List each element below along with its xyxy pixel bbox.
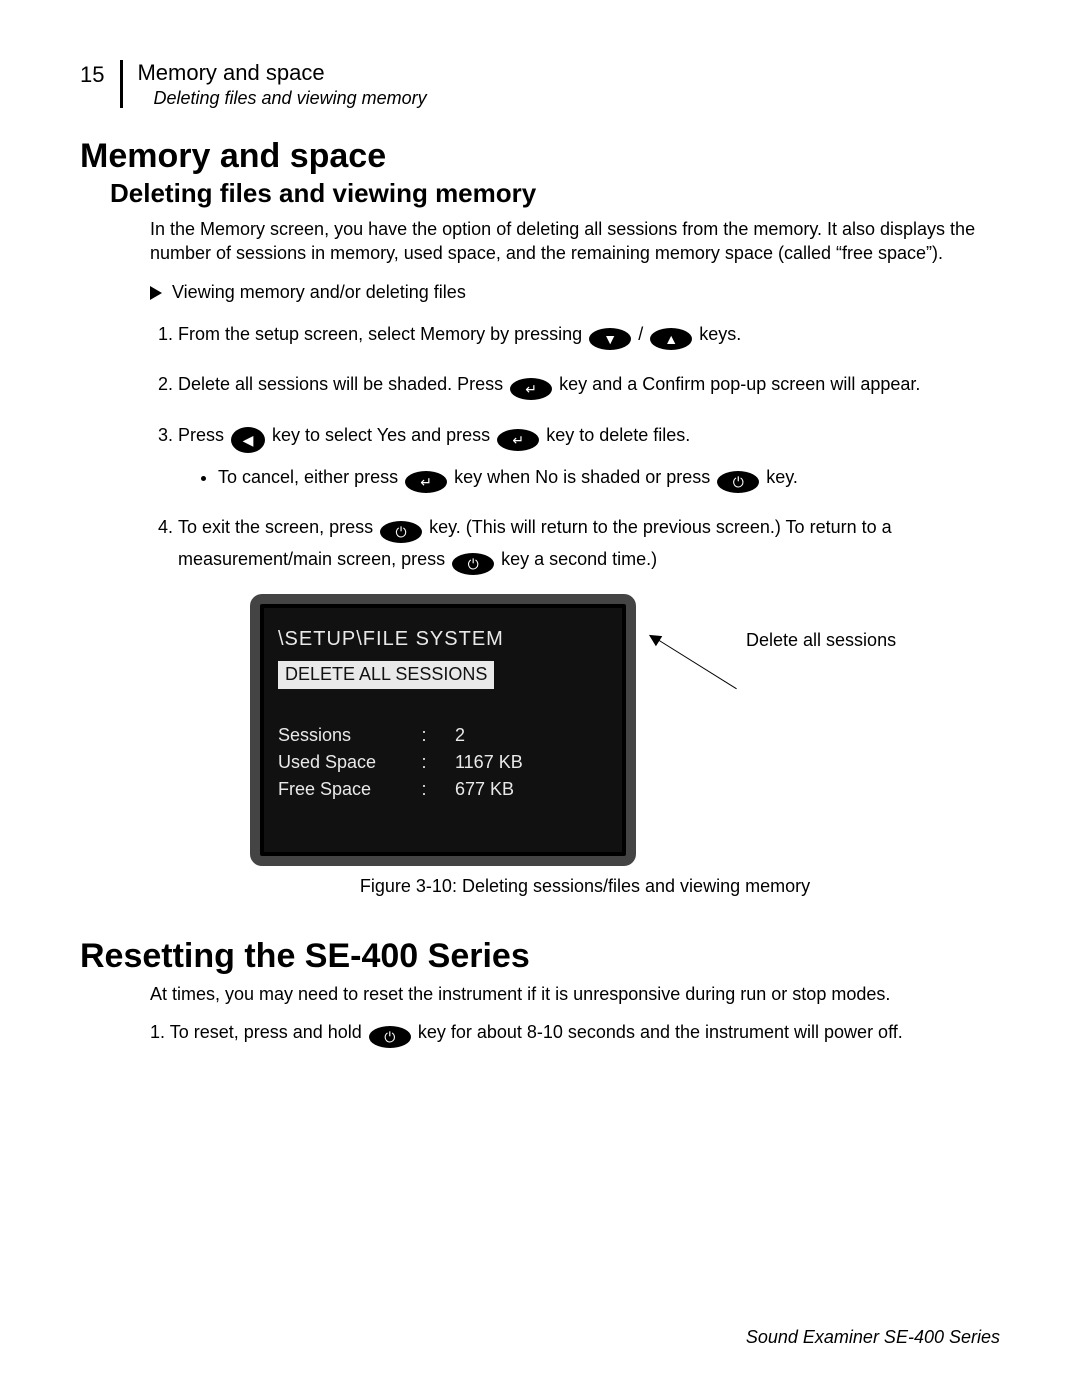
enter-glyph: ↵ [420, 475, 432, 489]
text: key when [449, 467, 535, 487]
lcd-row: Used Space : 1167 KB [278, 752, 608, 773]
lcd-screen: \SETUP\FILE SYSTEM DELETE ALL SESSIONS S… [250, 594, 636, 866]
up-key-icon: ▲ [650, 328, 692, 350]
document-page: 15 Memory and space Deleting files and v… [0, 0, 1080, 1388]
page-number: 15 [80, 60, 104, 88]
down-key-icon: ▼ [589, 328, 631, 350]
onoff-glyph: ⏻ [468, 557, 479, 571]
text: key to delete files. [541, 425, 690, 445]
section-heading: Memory and space [80, 137, 1000, 176]
section2-step: 1. To reset, press and hold ⏻ key for ab… [150, 1020, 1000, 1048]
callout-arrow-icon [666, 630, 746, 690]
onoff-glyph: ⏻ [733, 475, 744, 489]
step-1: From the setup screen, select Memory by … [178, 318, 1000, 350]
onoff-glyph: ⏻ [396, 525, 407, 539]
step-2: Delete all sessions will be shaded. Pres… [178, 368, 1000, 400]
section-subheading: Deleting files and viewing memory [110, 178, 1000, 209]
onoff-key-icon: ⏻ [380, 521, 422, 543]
onoff-key-icon: ⏻ [717, 471, 759, 493]
text: and press [406, 425, 495, 445]
text: 1. To reset, press and hold [150, 1022, 367, 1042]
figure-caption: Figure 3-10: Deleting sessions/files and… [170, 876, 1000, 897]
callout-text: Delete all sessions [746, 630, 896, 651]
figure: \SETUP\FILE SYSTEM DELETE ALL SESSIONS S… [250, 594, 1000, 866]
section2-body: At times, you may need to reset the inst… [150, 982, 1000, 1048]
step-4: To exit the screen, press ⏻ key. (This w… [178, 511, 1000, 576]
enter-glyph: ↵ [512, 433, 524, 447]
intro-paragraph: In the Memory screen, you have the optio… [150, 217, 1000, 266]
enter-glyph: ↵ [525, 382, 537, 396]
text: key to select [267, 425, 377, 445]
text: Press [178, 425, 229, 445]
enter-key-icon: ↵ [405, 471, 447, 493]
lcd-colon: : [413, 752, 435, 773]
steps-list: From the setup screen, select Memory by … [150, 318, 1000, 576]
page-footer: Sound Examiner SE-400 Series [746, 1327, 1000, 1348]
bullet-text: Viewing memory and/or deleting files [172, 282, 466, 302]
running-header: 15 Memory and space Deleting files and v… [80, 60, 1000, 109]
lcd-colon: : [413, 725, 435, 746]
text: will be shaded. Press [328, 374, 508, 394]
lcd-value: 677 KB [435, 779, 608, 800]
onoff-key-icon: ⏻ [452, 553, 494, 575]
header-subtitle: Deleting files and viewing memory [153, 88, 426, 109]
text: is shaded or press [558, 467, 715, 487]
lcd-row: Sessions : 2 [278, 725, 608, 746]
lcd-value: 1167 KB [435, 752, 608, 773]
text: From the setup screen, select [178, 324, 420, 344]
text: key for about 8-10 seconds and the instr… [413, 1022, 903, 1042]
header-titles: Memory and space Deleting files and view… [137, 60, 426, 109]
lcd-label: Free Space [278, 779, 413, 800]
lcd-colon: : [413, 779, 435, 800]
sub-bullet-1: To cancel, either press ↵ key when No is… [218, 461, 1000, 493]
enter-key-icon: ↵ [497, 429, 539, 451]
lcd-title: \SETUP\FILE SYSTEM [278, 628, 608, 651]
header-divider [120, 60, 123, 108]
text: key a second time.) [496, 549, 657, 569]
lcd-row: Free Space : 677 KB [278, 779, 608, 800]
onoff-glyph: ⏻ [384, 1030, 395, 1044]
header-title: Memory and space [137, 60, 426, 86]
section-body: In the Memory screen, you have the optio… [150, 217, 1000, 897]
text: key. [761, 467, 798, 487]
delete-all-label: Delete all sessions [178, 374, 328, 394]
text: To exit the screen, press [178, 517, 378, 537]
sub-bullets: To cancel, either press ↵ key when No is… [218, 461, 1000, 493]
lcd-label: Used Space [278, 752, 413, 773]
left-glyph: ◀ [243, 433, 254, 447]
enter-key-icon: ↵ [510, 378, 552, 400]
lcd-highlight: DELETE ALL SESSIONS [278, 661, 494, 689]
no-label: No [535, 467, 558, 487]
triangle-bullet-icon [150, 286, 162, 300]
section-heading: Resetting the SE-400 Series [80, 937, 1000, 976]
lcd-label: Sessions [278, 725, 413, 746]
text: keys. [694, 324, 741, 344]
left-key-icon: ◀ [231, 427, 265, 453]
figure-callout: Delete all sessions [666, 630, 896, 690]
text: by pressing [485, 324, 587, 344]
text: To cancel, either press [218, 467, 403, 487]
text: key and a Confirm pop-up screen will app… [554, 374, 920, 394]
memory-label: Memory [420, 324, 485, 344]
onoff-key-icon: ⏻ [369, 1026, 411, 1048]
step-3: Press ◀ key to select Yes and press ↵ ke… [178, 419, 1000, 493]
up-glyph: ▲ [664, 332, 678, 346]
text: / [633, 324, 648, 344]
lcd-value: 2 [435, 725, 608, 746]
section2-intro: At times, you may need to reset the inst… [150, 982, 1000, 1006]
down-glyph: ▼ [603, 332, 617, 346]
bullet-line: Viewing memory and/or deleting files [150, 280, 1000, 304]
yes-label: Yes [377, 425, 406, 445]
